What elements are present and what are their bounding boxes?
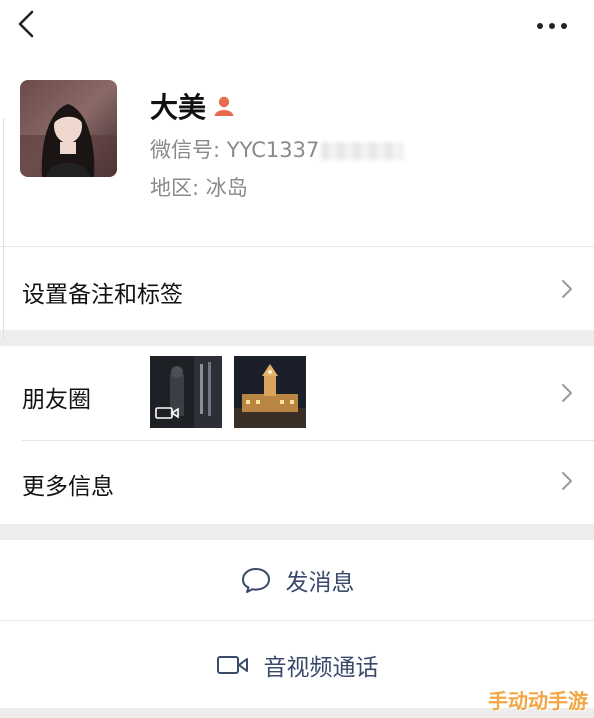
moments-row[interactable]: 朋友圈 — [0, 346, 594, 440]
chevron-right-icon — [562, 280, 572, 298]
moments-video-thumbnail[interactable] — [150, 356, 222, 428]
wechat-id-value: YYC1337 — [226, 138, 320, 162]
region-label: 地区: — [150, 176, 206, 200]
send-message-label: 发消息 — [285, 570, 355, 596]
more-options-icon[interactable] — [524, 4, 580, 44]
profile-header: 大美 微信号: YYC1337 地区: 冰岛 设置备注和标签 — [0, 0, 594, 330]
chat-bubble-icon — [241, 568, 270, 593]
more-info-row[interactable]: 更多信息 — [0, 441, 594, 524]
wechat-id-line: 微信号: YYC1337 — [150, 134, 404, 164]
region-value: 冰岛 — [205, 176, 248, 200]
moments-photo-thumbnail[interactable] — [234, 356, 306, 428]
moments-label: 朋友圈 — [22, 387, 91, 413]
send-message-button[interactable]: 发消息 — [0, 540, 594, 620]
avatar[interactable] — [20, 80, 117, 177]
back-arrow-icon[interactable] — [10, 4, 46, 44]
remark-tags-row[interactable]: 设置备注和标签 — [0, 247, 594, 330]
video-call-icon — [216, 655, 248, 674]
name-row: 大美 — [150, 86, 236, 126]
actions-section: 发消息 音视频通话 — [0, 540, 594, 708]
region-line: 地区: 冰岛 — [150, 172, 248, 202]
moments-section: 朋友圈 更多信息 — [0, 346, 594, 524]
profile-name: 大美 — [150, 91, 207, 124]
remark-tags-label: 设置备注和标签 — [22, 282, 183, 308]
chevron-right-icon — [562, 384, 572, 402]
more-info-label: 更多信息 — [22, 474, 114, 500]
left-edge-divider — [0, 118, 4, 340]
blurred-id-part — [321, 142, 404, 160]
wechat-id-label: 微信号: — [150, 138, 227, 162]
user-badge-icon — [214, 96, 234, 116]
audio-video-call-label: 音视频通话 — [263, 654, 379, 681]
chevron-right-icon — [562, 472, 572, 490]
site-watermark: 手动动手游 — [488, 689, 588, 713]
